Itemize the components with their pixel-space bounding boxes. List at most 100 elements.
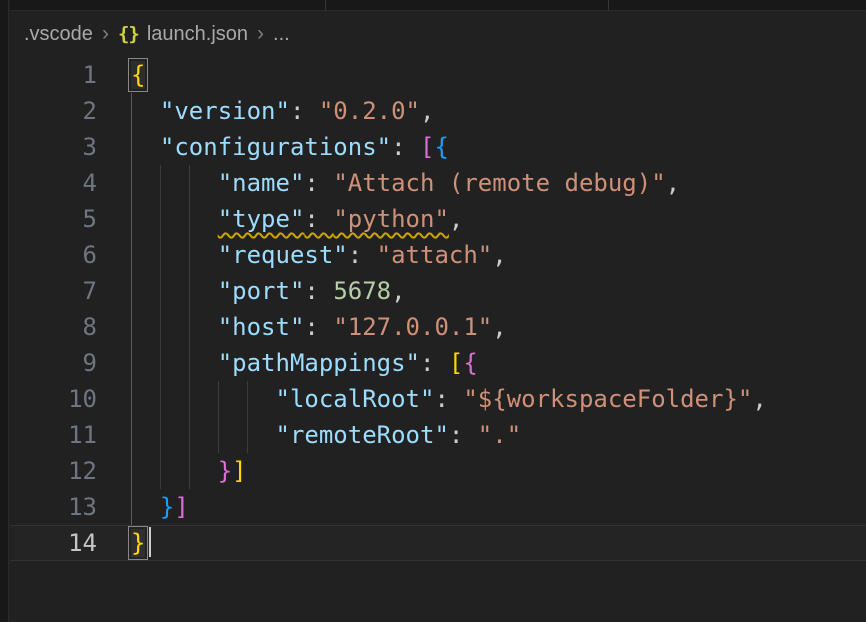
code-token: "."	[478, 421, 521, 449]
line-number[interactable]: 9	[10, 345, 97, 381]
breadcrumb-item-file[interactable]: launch.json	[147, 23, 248, 46]
line-number[interactable]: 14	[10, 525, 97, 561]
code-line[interactable]: 7 "port": 5678,	[10, 273, 866, 309]
line-number[interactable]: 11	[10, 417, 97, 453]
line-number[interactable]: 1	[10, 57, 97, 93]
line-number[interactable]: 2	[10, 93, 97, 129]
code-line-content[interactable]: "request": "attach",	[97, 237, 866, 273]
breadcrumb-item-symbol[interactable]: ...	[273, 23, 290, 46]
code-line-content[interactable]: "port": 5678,	[97, 273, 866, 309]
text-cursor	[149, 527, 151, 557]
code-line[interactable]: 12 }]	[10, 453, 866, 489]
code-line[interactable]: 2 "version": "0.2.0",	[10, 93, 866, 129]
code-line-content[interactable]: "pathMappings": [{	[97, 345, 866, 381]
code-token: :	[391, 133, 420, 161]
code-token: ,	[492, 241, 506, 269]
code-token: "port"	[218, 277, 305, 305]
code-line-content[interactable]: "localRoot": "${workspaceFolder}",	[97, 381, 866, 417]
code-token: }	[160, 493, 174, 521]
code-line-content[interactable]: }	[97, 525, 866, 561]
code-line[interactable]: 13 }]	[10, 489, 866, 525]
line-number[interactable]: 3	[10, 129, 97, 165]
line-number[interactable]: 5	[10, 201, 97, 237]
code-token: :	[434, 385, 463, 413]
code-line[interactable]: 6 "request": "attach",	[10, 237, 866, 273]
code-token: "localRoot"	[276, 385, 435, 413]
code-text: }	[131, 529, 151, 557]
code-token: {	[463, 349, 477, 377]
code-line-content[interactable]: "host": "127.0.0.1",	[97, 309, 866, 345]
code-token: "python"	[333, 205, 449, 233]
code-line[interactable]: 14}	[10, 525, 866, 561]
code-text: "host": "127.0.0.1",	[131, 313, 507, 341]
tab-bar-edge	[10, 0, 866, 11]
code-token: :	[420, 349, 449, 377]
code-token: "configurations"	[160, 133, 391, 161]
code-area[interactable]: 1{2 "version": "0.2.0",3 "configurations…	[10, 57, 866, 561]
code-token: ,	[492, 313, 506, 341]
code-text: "configurations": [{	[131, 133, 449, 161]
code-line-content[interactable]: "configurations": [{	[97, 129, 866, 165]
code-line[interactable]: 10 "localRoot": "${workspaceFolder}",	[10, 381, 866, 417]
code-token: "name"	[218, 169, 305, 197]
code-line[interactable]: 3 "configurations": [{	[10, 129, 866, 165]
code-line[interactable]: 4 "name": "Attach (remote debug)",	[10, 165, 866, 201]
code-line-content[interactable]: }]	[97, 489, 866, 525]
code-token: "version"	[160, 97, 290, 125]
code-text: "version": "0.2.0",	[131, 97, 434, 125]
code-line-content[interactable]: }]	[97, 453, 866, 489]
code-token: ,	[666, 169, 680, 197]
code-text: }]	[131, 493, 189, 521]
code-token: :	[304, 169, 333, 197]
code-token: {	[434, 133, 448, 161]
code-line-content[interactable]: "remoteRoot": "."	[97, 417, 866, 453]
line-number[interactable]: 10	[10, 381, 97, 417]
code-token: :	[304, 313, 333, 341]
line-number[interactable]: 13	[10, 489, 97, 525]
code-token: [	[420, 133, 434, 161]
code-line-content[interactable]: "name": "Attach (remote debug)",	[97, 165, 866, 201]
tab-divider	[325, 0, 326, 11]
code-text: "type": "python",	[131, 205, 463, 233]
code-token: ,	[391, 277, 405, 305]
code-token: "attach"	[377, 241, 493, 269]
code-text: "port": 5678,	[131, 277, 406, 305]
matched-bracket: {	[131, 61, 145, 89]
code-token: :	[348, 241, 377, 269]
json-file-icon: {}	[118, 23, 139, 45]
line-number[interactable]: 7	[10, 273, 97, 309]
code-text: "name": "Attach (remote debug)",	[131, 169, 680, 197]
code-token: :	[304, 277, 333, 305]
code-token: "type"	[218, 205, 305, 233]
code-token: ]	[232, 457, 246, 485]
breadcrumb-item-folder[interactable]: .vscode	[24, 23, 93, 46]
code-text: {	[131, 61, 145, 89]
code-line[interactable]: 5 "type": "python",	[10, 201, 866, 237]
code-token: "pathMappings"	[218, 349, 420, 377]
code-token: "host"	[218, 313, 305, 341]
breadcrumb: .vscode › {} launch.json › ...	[10, 12, 866, 57]
tab-divider	[608, 0, 609, 11]
code-line[interactable]: 8 "host": "127.0.0.1",	[10, 309, 866, 345]
code-line-content[interactable]: "version": "0.2.0",	[97, 93, 866, 129]
line-number[interactable]: 12	[10, 453, 97, 489]
code-line[interactable]: 9 "pathMappings": [{	[10, 345, 866, 381]
code-text: "pathMappings": [{	[131, 349, 478, 377]
code-text: "request": "attach",	[131, 241, 507, 269]
code-text: "localRoot": "${workspaceFolder}",	[131, 385, 767, 413]
code-line[interactable]: 11 "remoteRoot": "."	[10, 417, 866, 453]
line-number[interactable]: 6	[10, 237, 97, 273]
code-token: :	[290, 97, 319, 125]
line-number[interactable]: 4	[10, 165, 97, 201]
sidebar-edge	[0, 0, 9, 622]
code-line-content[interactable]: "type": "python",	[97, 201, 866, 237]
code-token: [	[449, 349, 463, 377]
chevron-right-icon: ›	[248, 22, 273, 48]
code-token: "0.2.0"	[319, 97, 420, 125]
line-number[interactable]: 8	[10, 309, 97, 345]
code-line[interactable]: 1{	[10, 57, 866, 93]
code-line-content[interactable]: {	[97, 57, 866, 93]
code-token: 5678	[333, 277, 391, 305]
code-token: "127.0.0.1"	[333, 313, 492, 341]
code-token: "${workspaceFolder}"	[463, 385, 752, 413]
